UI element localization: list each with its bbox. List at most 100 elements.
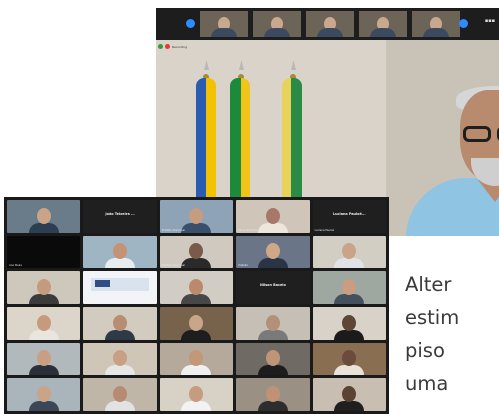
- article-line: uma: [405, 372, 449, 395]
- participant-body: [257, 258, 288, 269]
- participant-face: [189, 207, 204, 224]
- participant-tile[interactable]: [83, 378, 157, 411]
- participant-tile[interactable]: [83, 271, 157, 304]
- participant-tile[interactable]: [7, 271, 81, 304]
- participant-name-display: Nilson Bacelo: [260, 283, 286, 288]
- participant-tile[interactable]: Ana Paula: [7, 235, 81, 269]
- participant-body: [334, 401, 365, 411]
- participant-tile[interactable]: [159, 378, 234, 411]
- participant-tile[interactable]: [312, 342, 386, 376]
- participant-body: [105, 401, 136, 411]
- participant-face: [189, 279, 204, 296]
- participant-tile[interactable]: [7, 342, 81, 376]
- status-dot-icon: [158, 44, 163, 49]
- participant-body: [28, 294, 59, 304]
- participant-body: [181, 365, 212, 376]
- participant-tile[interactable]: [159, 271, 234, 304]
- participant-body: [181, 401, 212, 411]
- participant-strip: ▪▪▪: [156, 8, 499, 40]
- participant-face: [36, 207, 51, 224]
- participant-name-label: Eliane Barbosa: [238, 228, 258, 232]
- participant-body: [28, 401, 59, 411]
- participant-body: [257, 329, 288, 340]
- participant-face: [265, 386, 280, 403]
- participant-tile[interactable]: Prefeito: [236, 235, 310, 269]
- participant-tile[interactable]: [159, 342, 234, 376]
- participant-face: [113, 386, 128, 403]
- participant-name-label: Prefeito Municipal: [161, 228, 185, 232]
- participant-face: [113, 243, 128, 260]
- participant-face: [265, 314, 280, 331]
- participant-body: [334, 329, 365, 340]
- logo-icon: [95, 280, 110, 288]
- next-page-icon[interactable]: [459, 19, 468, 28]
- participant-thumbnail[interactable]: [200, 11, 248, 37]
- participant-body: [257, 365, 288, 376]
- participant-name-display: João Teixeira ...: [105, 212, 135, 216]
- participant-body: [181, 294, 212, 304]
- participant-face: [36, 386, 51, 403]
- participant-face: [342, 386, 357, 403]
- participant-tile[interactable]: [236, 342, 310, 376]
- participant-tile[interactable]: Luciana Pauloé... Luciana Pauloé: [312, 200, 386, 233]
- participant-tile[interactable]: [312, 235, 386, 269]
- participant-face: [113, 350, 128, 367]
- participant-tile[interactable]: [236, 307, 310, 340]
- participant-face: [189, 386, 204, 403]
- gallery-view-screenshot: João Teixeira ... Prefeito Municipal Elian…: [4, 197, 389, 414]
- more-options-icon[interactable]: ▪▪▪: [485, 18, 495, 24]
- article-line: piso: [405, 339, 445, 362]
- glasses: [463, 126, 499, 142]
- participant-body: [257, 222, 288, 233]
- participant-thumbnail[interactable]: [306, 11, 354, 37]
- participant-name-display: Luciana Pauloé...: [332, 212, 366, 216]
- participant-tile[interactable]: [7, 307, 81, 340]
- participant-tile[interactable]: Nilson Bacelo: [236, 271, 310, 304]
- participant-body: [334, 258, 365, 269]
- participant-body: [181, 222, 212, 233]
- participant-name-label: Luciana Pauloé: [314, 228, 335, 232]
- record-icon: [165, 44, 170, 49]
- participant-body: [181, 258, 212, 269]
- participant-name-label: Prefeita Municipal: [161, 264, 185, 268]
- participant-face: [189, 243, 204, 260]
- participant-body: [105, 329, 136, 340]
- participant-tile[interactable]: [83, 235, 157, 269]
- participant-body: [181, 329, 212, 340]
- article-text: Alter estim piso uma: [405, 268, 499, 400]
- participant-face: [36, 350, 51, 367]
- participant-tile[interactable]: Prefeita Municipal: [159, 235, 234, 269]
- participant-name-label: Prefeito: [238, 264, 249, 268]
- participant-tile[interactable]: [236, 378, 310, 411]
- participant-face: [342, 314, 357, 331]
- participant-tile[interactable]: [312, 271, 386, 304]
- participant-tile[interactable]: [312, 378, 386, 411]
- participant-face: [342, 279, 357, 296]
- previous-page-icon[interactable]: [186, 19, 195, 28]
- participant-tile[interactable]: João Teixeira ...: [83, 200, 157, 233]
- participant-body: [105, 258, 136, 269]
- participant-face: [36, 314, 51, 331]
- participant-face: [265, 350, 280, 367]
- participant-tile[interactable]: [7, 378, 81, 411]
- participant-tile[interactable]: [7, 200, 81, 233]
- participant-tile[interactable]: Eliane Barbosa: [236, 200, 310, 233]
- participant-name-label: Ana Paula: [9, 264, 22, 268]
- participant-face: [36, 279, 51, 296]
- participant-body: [334, 294, 365, 304]
- participant-face: [113, 314, 128, 331]
- participant-face: [342, 243, 357, 260]
- participant-thumbnail[interactable]: [253, 11, 301, 37]
- participant-tile[interactable]: [83, 307, 157, 340]
- participant-body: [28, 222, 59, 233]
- participant-tile[interactable]: [159, 307, 234, 340]
- participant-thumbnail[interactable]: [412, 11, 460, 37]
- participant-face: [265, 207, 280, 224]
- participant-face: [342, 350, 357, 367]
- participant-tile[interactable]: [312, 307, 386, 340]
- participant-body: [28, 365, 59, 376]
- participant-face: [265, 243, 280, 260]
- participant-thumbnail[interactable]: [359, 11, 407, 37]
- participant-tile[interactable]: [83, 342, 157, 376]
- participant-tile[interactable]: Prefeito Municipal: [159, 200, 234, 233]
